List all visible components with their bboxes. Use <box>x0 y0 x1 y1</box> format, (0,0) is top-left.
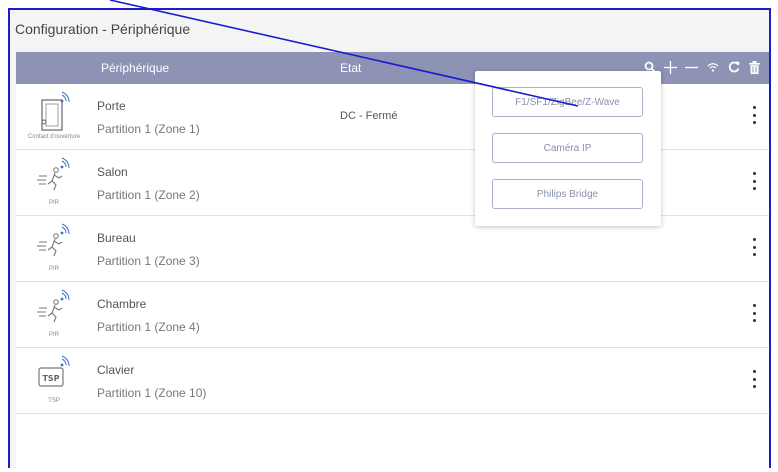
device-zone: Partition 1 (Zone 3) <box>97 254 200 268</box>
minus-icon[interactable] <box>685 58 698 76</box>
device-zone: Partition 1 (Zone 4) <box>97 320 200 334</box>
plus-icon[interactable] <box>664 58 677 76</box>
keypad-icon: TSP <box>34 354 74 398</box>
device-zone: Partition 1 (Zone 1) <box>97 122 200 136</box>
device-name: Porte <box>97 99 126 113</box>
device-name: Bureau <box>97 231 136 245</box>
door-contact-icon <box>34 90 74 134</box>
device-type-caption: Contact d'ouverture <box>27 134 81 140</box>
device-type-caption: PIR <box>48 266 59 272</box>
more-options-icon[interactable] <box>753 172 757 190</box>
add-ip-camera-button[interactable]: Caméra IP <box>492 133 643 163</box>
device-state: DC - Fermé <box>340 110 398 122</box>
device-type-caption: PIR <box>48 332 59 338</box>
motion-sensor-icon <box>34 288 74 332</box>
svg-text:TSP: TSP <box>42 374 59 383</box>
device-name: Clavier <box>97 363 135 377</box>
motion-sensor-icon <box>34 222 74 266</box>
add-device-menu: F1/SF1/ZigBee/Z-Wave Caméra IP Philips B… <box>475 71 661 226</box>
column-state: Etat <box>340 61 362 75</box>
more-options-icon[interactable] <box>753 370 757 388</box>
column-device: Périphérique <box>101 61 170 75</box>
device-name: Salon <box>97 165 128 179</box>
device-name: Chambre <box>97 297 147 311</box>
more-options-icon[interactable] <box>753 106 757 124</box>
device-type-caption: TSP <box>48 398 60 404</box>
add-philips-bridge-button[interactable]: Philips Bridge <box>492 179 643 209</box>
refresh-icon[interactable] <box>727 58 740 76</box>
device-zone: Partition 1 (Zone 10) <box>97 386 207 400</box>
add-f1-zigbee-zwave-button[interactable]: F1/SF1/ZigBee/Z-Wave <box>492 87 643 117</box>
more-options-icon[interactable] <box>753 304 757 322</box>
table-row[interactable]: PIR Chambre Partition 1 (Zone 4) <box>16 282 769 348</box>
device-zone: Partition 1 (Zone 2) <box>97 188 200 202</box>
more-options-icon[interactable] <box>753 238 757 256</box>
motion-sensor-icon <box>34 156 74 200</box>
device-type-caption: PIR <box>48 200 59 206</box>
page-title: Configuration - Périphérique <box>15 21 191 37</box>
trash-icon[interactable] <box>748 58 761 76</box>
table-row[interactable]: TSP TSP Clavier Partition 1 (Zone 10) <box>16 348 769 414</box>
wifi-icon[interactable] <box>706 58 719 76</box>
